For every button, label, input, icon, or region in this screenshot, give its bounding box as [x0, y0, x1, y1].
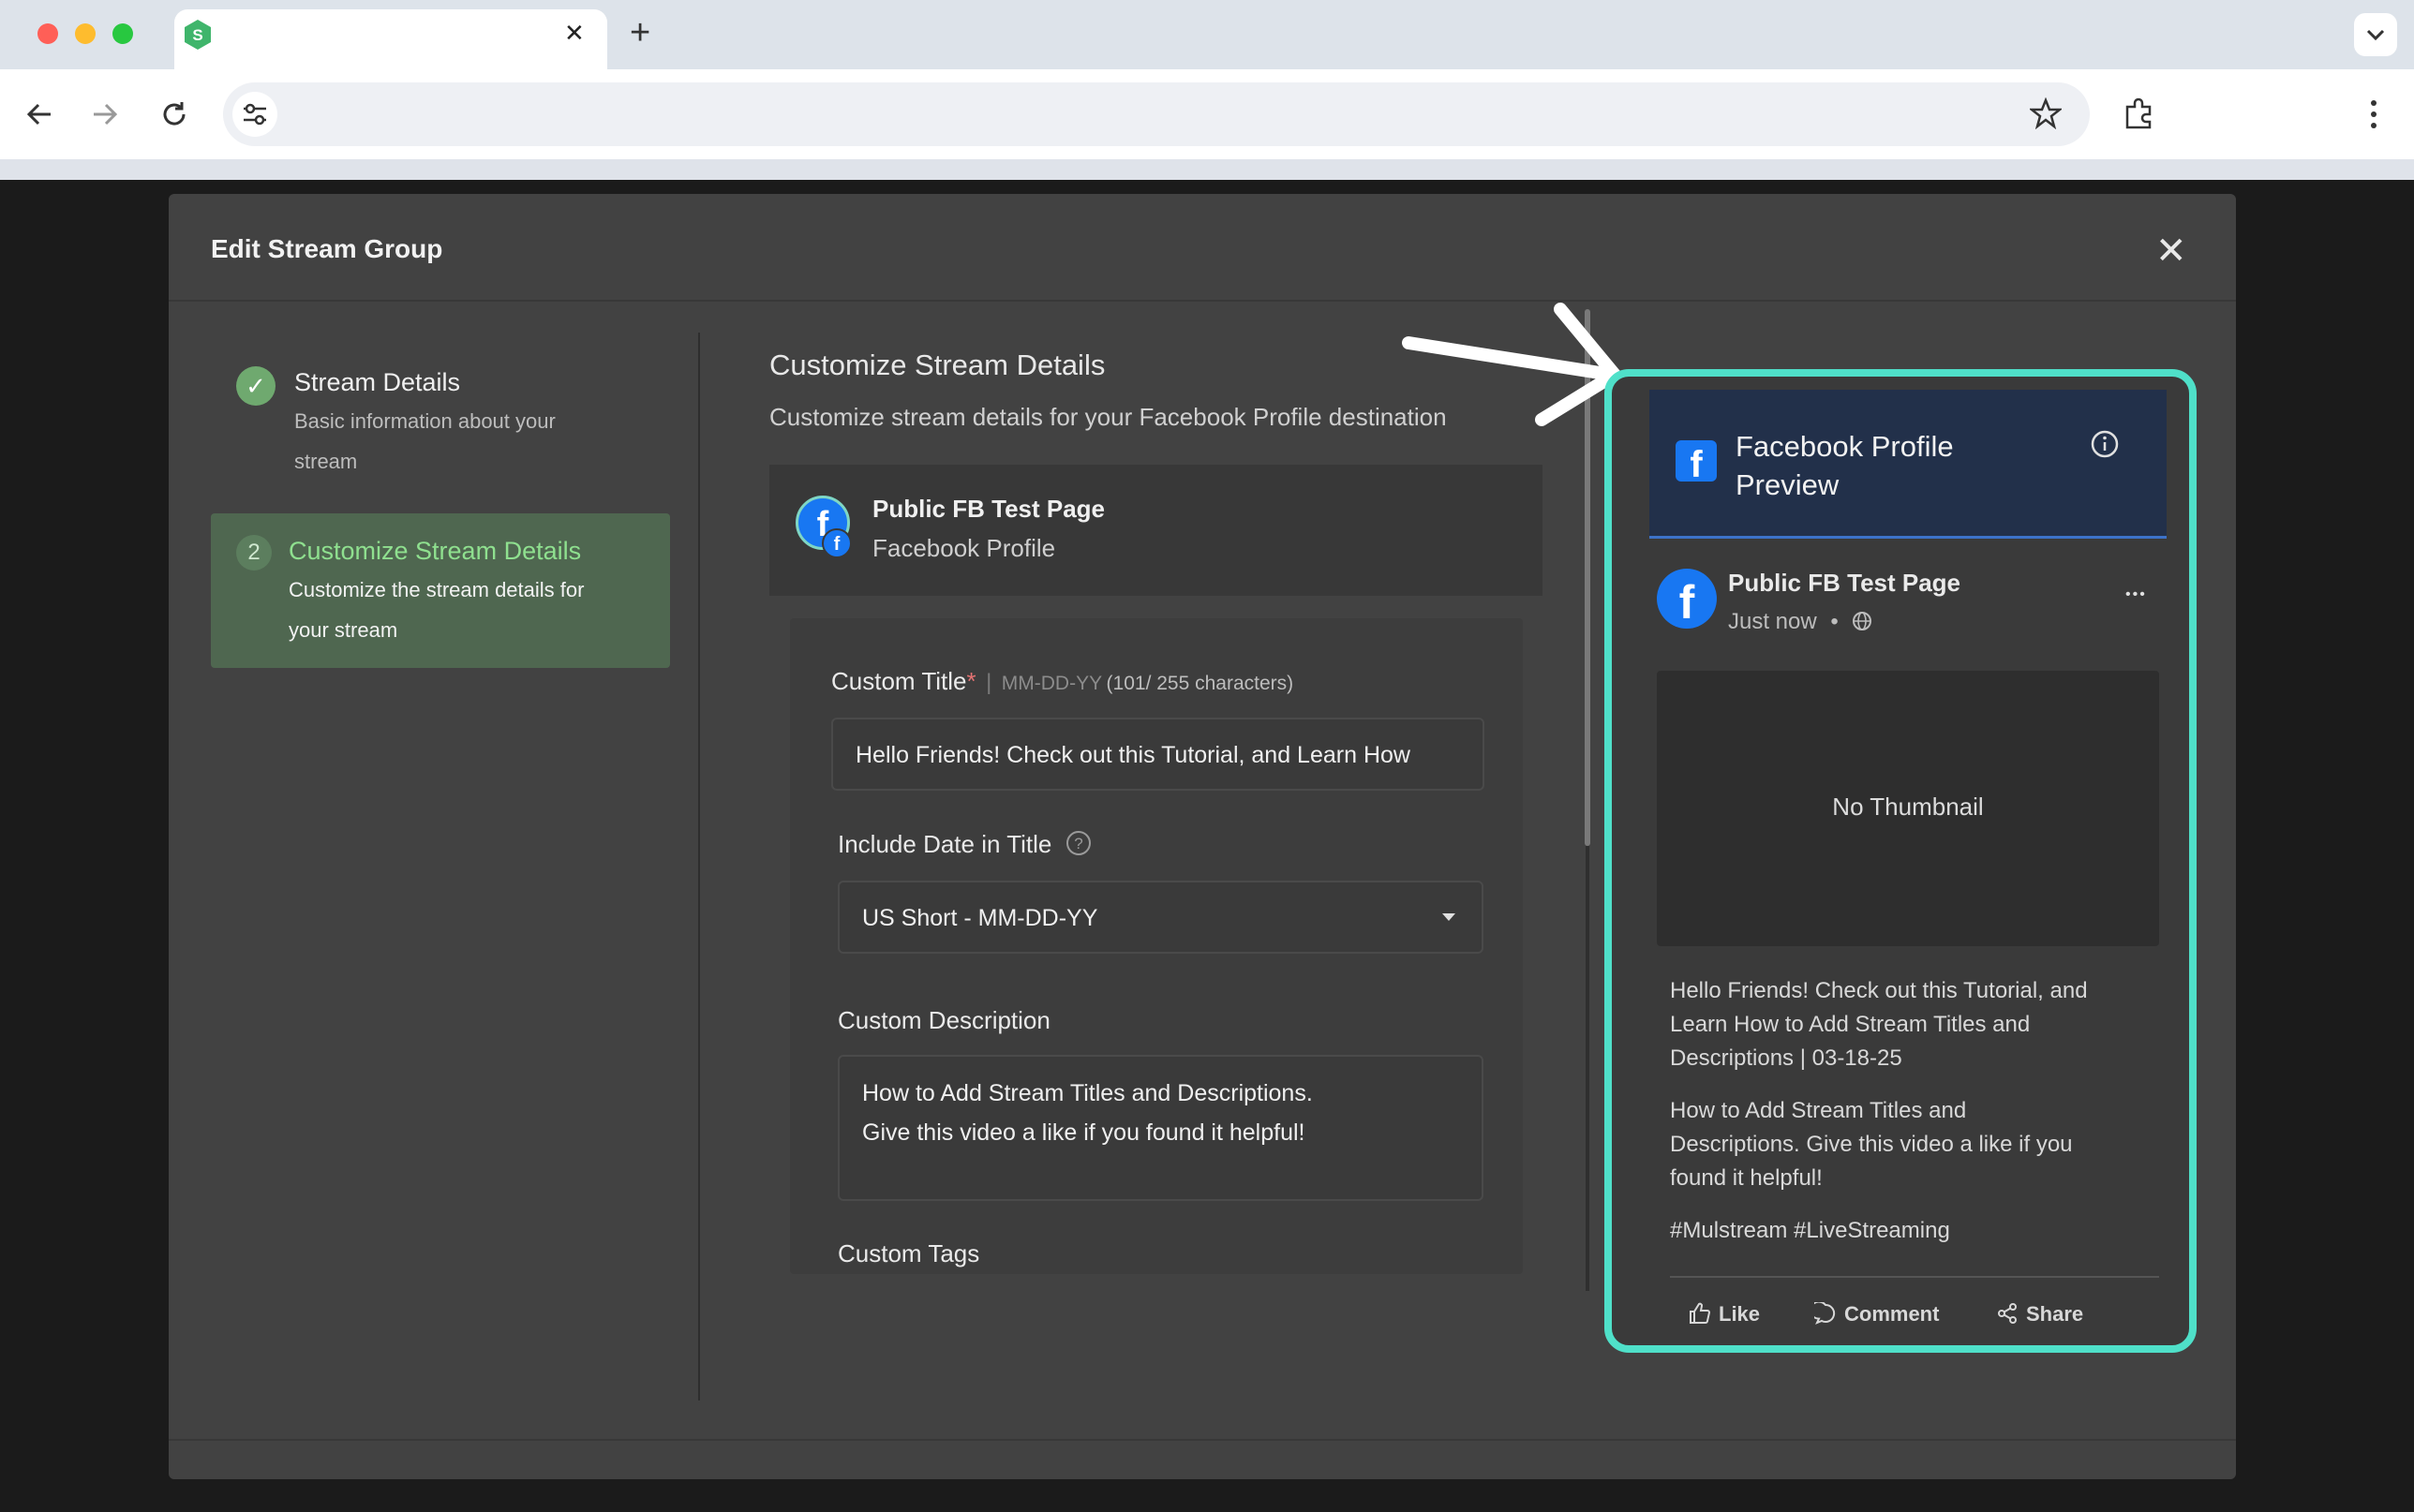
preview-header-title: Facebook Profile Preview [1736, 427, 1954, 504]
destination-name: Public FB Test Page [872, 495, 1106, 523]
comment-label: Comment [1844, 1302, 1940, 1326]
preview-tags: #Mulstream #LiveStreaming [1670, 1218, 1950, 1243]
include-date-select[interactable]: US Short - MM-DD-YY [838, 881, 1483, 954]
step-2-number: 2 [236, 535, 272, 571]
step-2-subtitle-line1: Customize the stream details for [289, 578, 585, 601]
scrollbar-track[interactable] [1586, 846, 1589, 1291]
thumbs-up-icon [1690, 1302, 1711, 1324]
window-zoom-dot[interactable] [112, 23, 133, 44]
like-action[interactable]: Like [1689, 1302, 1760, 1327]
preview-desc-line2: Descriptions. Give this video a like if … [1670, 1132, 2073, 1157]
comment-action[interactable]: Comment [1809, 1300, 1940, 1327]
include-date-label: Include Date in Title [838, 830, 1052, 858]
reload-icon[interactable] [159, 99, 189, 129]
custom-description-line2: Give this video a like if you found it h… [862, 1119, 1305, 1146]
customize-subheading: Customize stream details for your Facebo… [769, 403, 1447, 431]
meta-dot: • [1830, 609, 1839, 634]
tab-dropdown-icon [2366, 29, 2385, 41]
custom-title-label: Custom Title [831, 667, 967, 695]
character-count: (101/ 255 characters) [1106, 673, 1294, 694]
info-icon[interactable] [2090, 429, 2120, 459]
step-1-title[interactable]: Stream Details [294, 368, 460, 397]
preview-desc-line3: found it helpful! [1670, 1165, 1823, 1191]
new-tab-button[interactable]: + [630, 13, 650, 53]
custom-description-label: Custom Description [838, 1006, 1051, 1034]
custom-title-input[interactable]: Hello Friends! Check out this Tutorial, … [831, 718, 1484, 791]
like-label: Like [1719, 1302, 1761, 1326]
step-1-subtitle-line1: Basic information about your [294, 409, 556, 433]
help-circle-icon[interactable]: ? [1065, 830, 1092, 856]
include-date-selected-value: US Short - MM-DD-YY [862, 905, 1098, 931]
share-label: Share [2026, 1302, 2084, 1326]
window-minimize-dot[interactable] [75, 23, 96, 44]
post-meta: Just now • [1728, 609, 1872, 635]
annotation-arrow-icon [1402, 303, 1621, 426]
step-2-subtitle-line2: your stream [289, 618, 398, 642]
preview-desc-line1: How to Add Stream Titles and [1670, 1098, 1967, 1123]
forward-arrow-icon[interactable] [90, 99, 120, 129]
custom-description-textarea[interactable]: How to Add Stream Titles and Description… [838, 1055, 1483, 1201]
step-completed-check-icon: ✓ [236, 366, 276, 406]
custom-description-line1: How to Add Stream Titles and Description… [862, 1080, 1313, 1106]
preview-page-name: Public FB Test Page [1728, 569, 1961, 597]
browser-tab[interactable]: S ✕ [174, 9, 607, 69]
preview-header-line2: Preview [1736, 468, 1840, 501]
window-close-dot[interactable] [37, 23, 58, 44]
site-settings-button[interactable] [232, 92, 277, 137]
no-thumbnail-text: No Thumbnail [1832, 793, 1984, 821]
facebook-square-logo-icon: f [1676, 440, 1717, 482]
thumbnail-placeholder: No Thumbnail [1657, 671, 2159, 946]
bookmark-star-icon[interactable] [2030, 97, 2062, 129]
facebook-badge-icon: f [822, 528, 852, 558]
preview-title-line3: Descriptions | 03-18-25 [1670, 1045, 1902, 1071]
tab-dropdown-button[interactable] [2354, 13, 2397, 56]
menu-kebab-icon[interactable] [2369, 99, 2378, 129]
close-modal-button[interactable]: ✕ [2155, 232, 2187, 270]
preview-header-line1: Facebook Profile [1736, 430, 1954, 463]
extensions-icon[interactable] [2122, 97, 2155, 131]
globe-icon [1853, 612, 1872, 630]
preview-description: How to Add Stream Titles and Description… [1670, 1094, 2073, 1195]
label-separator: | [986, 670, 992, 695]
back-arrow-icon[interactable] [24, 99, 54, 129]
customize-heading: Customize Stream Details [769, 348, 1106, 381]
site-favicon-icon: S [185, 20, 211, 50]
destination-type: Facebook Profile [872, 534, 1056, 562]
site-settings-icon [244, 103, 266, 126]
share-action[interactable]: Share [1996, 1302, 2083, 1327]
date-format-hint: MM-DD-YY [1001, 673, 1103, 694]
preview-title-line2: Learn How to Add Stream Titles and [1670, 1012, 2031, 1037]
destination-card: f f Public FB Test Page Facebook Profile [769, 465, 1542, 596]
svg-text:S: S [192, 26, 202, 44]
customize-form: Custom Title* | MM-DD-YY (101/ 255 chara… [790, 618, 1523, 1274]
step-2-title: Customize Stream Details [289, 537, 582, 565]
preview-header: f Facebook Profile Preview [1649, 390, 2167, 539]
step-1-subtitle-line2: stream [294, 450, 358, 473]
svg-text:?: ? [1074, 835, 1082, 852]
actions-divider [1670, 1276, 2159, 1278]
comment-bubble-icon [1809, 1300, 1836, 1325]
modal-title: Edit Stream Group [211, 234, 443, 263]
custom-title-label-row: Custom Title* | MM-DD-YY (101/ 255 chara… [831, 667, 1293, 696]
dropdown-caret-icon [1442, 913, 1455, 921]
custom-tags-label: Custom Tags [838, 1239, 980, 1267]
page-avatar-facebook-icon: f [1657, 569, 1717, 629]
preview-title: Hello Friends! Check out this Tutorial, … [1670, 974, 2088, 1075]
share-icon [1998, 1303, 2017, 1324]
stepper-divider [698, 333, 700, 1401]
modal-footer-divider [169, 1439, 2236, 1441]
required-marker: * [966, 667, 976, 695]
close-tab-icon[interactable]: ✕ [564, 19, 585, 48]
post-time: Just now [1728, 609, 1817, 634]
include-date-label-row: Include Date in Title ? [838, 830, 1092, 859]
more-options-button[interactable]: ••• [2125, 586, 2147, 603]
address-bar[interactable] [223, 82, 2090, 146]
modal-header-divider [169, 300, 2236, 302]
preview-title-line1: Hello Friends! Check out this Tutorial, … [1670, 978, 2088, 1003]
